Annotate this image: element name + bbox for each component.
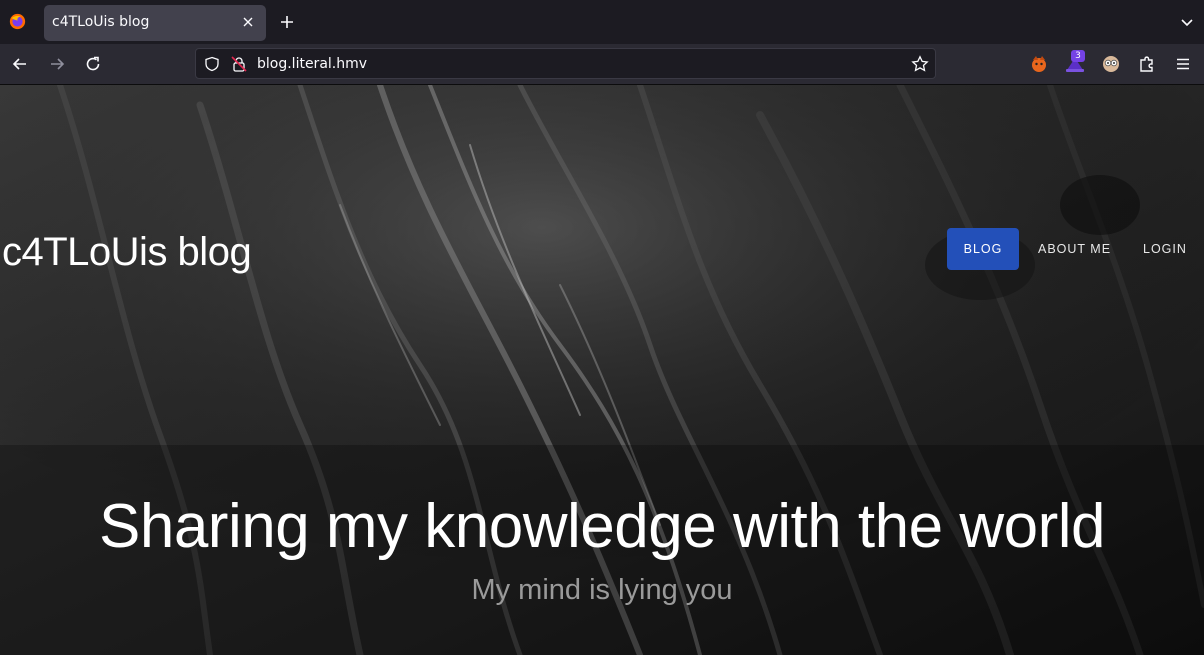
bookmark-star-icon[interactable] [911, 55, 929, 73]
site-title[interactable]: c4TLoUis blog [2, 230, 252, 275]
extension-badge: 3 [1071, 50, 1085, 62]
extensions-puzzle-icon[interactable] [1137, 54, 1157, 74]
new-tab-plus-icon[interactable] [278, 13, 296, 31]
browser-tab-bar: c4TLoUis blog [0, 0, 1204, 44]
chevron-down-icon[interactable] [1179, 14, 1195, 30]
hero-background-rock-image [0, 85, 1204, 655]
menu-item-blog[interactable]: BLOG [947, 228, 1019, 270]
navigation-toolbar: blog.literal.hmv 3 [0, 44, 1204, 85]
reload-icon[interactable] [84, 55, 102, 73]
hamburger-menu-icon[interactable] [1173, 54, 1193, 74]
hero-heading: Sharing my knowledge with the world [98, 492, 1106, 561]
page-viewport: c4TLoUis blog BLOG ABOUT ME LOGIN Sharin… [0, 85, 1204, 655]
menu-item-login[interactable]: LOGIN [1143, 228, 1187, 270]
url-text[interactable]: blog.literal.hmv [257, 56, 367, 72]
active-tab[interactable]: c4TLoUis blog [44, 5, 266, 41]
insecure-lock-icon[interactable] [231, 56, 247, 72]
close-icon[interactable] [240, 14, 256, 30]
extension-fox-icon[interactable] [1029, 54, 1049, 74]
extension-owl-icon[interactable] [1101, 54, 1121, 74]
tab-title: c4TLoUis blog [52, 14, 150, 30]
shield-icon[interactable] [204, 56, 220, 72]
menu-item-about-me[interactable]: ABOUT ME [1038, 228, 1111, 270]
url-bar[interactable]: blog.literal.hmv [195, 48, 936, 79]
forward-arrow-icon[interactable] [48, 55, 66, 73]
back-arrow-icon[interactable] [11, 55, 29, 73]
firefox-logo-icon[interactable] [9, 13, 26, 30]
hero-subheading: My mind is lying you [471, 574, 733, 606]
